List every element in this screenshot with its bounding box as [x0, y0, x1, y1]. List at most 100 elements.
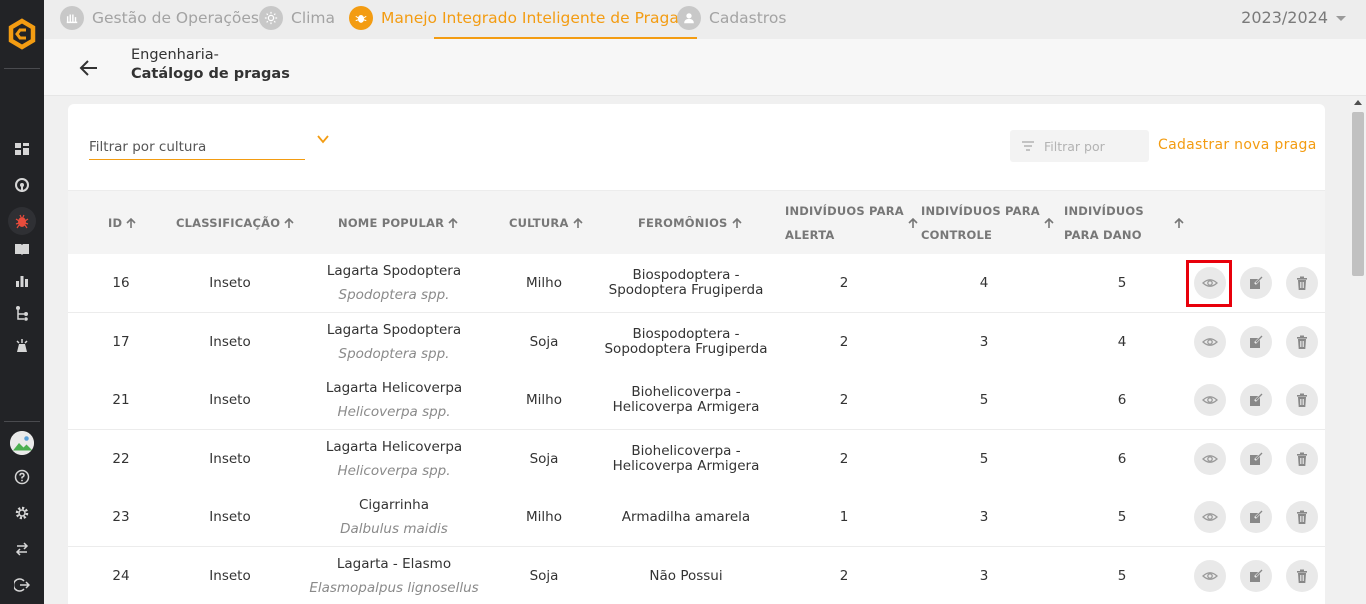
delete-button[interactable]	[1286, 443, 1318, 475]
cell-classification: Inseto	[209, 450, 251, 467]
cell-popular-name: Cigarrinha Dalbulus maidis	[304, 488, 484, 546]
tab-manejo-pragas[interactable]: Manejo Integrado Inteligente de Pragas	[349, 6, 687, 30]
cell-classification: Inseto	[209, 508, 251, 525]
column-header-popular-name[interactable]: NOME POPULAR	[338, 191, 458, 255]
cell-alert: 2	[839, 274, 849, 291]
column-header-id[interactable]: ID	[108, 191, 136, 255]
trash-icon	[1297, 569, 1307, 583]
tab-clima[interactable]: Clima	[259, 6, 335, 30]
sort-arrow-icon	[126, 217, 136, 228]
scroll-up-icon[interactable]	[1354, 100, 1362, 105]
column-header-pheromones[interactable]: FEROMÔNIOS	[638, 191, 742, 255]
table-header: ID CLASSIFICAÇÃO NOME POPULAR CULTURA FE…	[68, 190, 1325, 254]
cell-classification: Inseto	[209, 274, 251, 291]
help-icon[interactable]	[12, 467, 32, 487]
back-arrow-icon[interactable]	[78, 57, 100, 79]
left-sidebar	[0, 0, 44, 604]
column-header-control[interactable]: INDIVÍDUOS PARA CONTROLE	[921, 191, 1054, 255]
column-header-damage[interactable]: INDIVÍDUOS PARA DANO	[1064, 191, 1184, 255]
popular-name: Lagarta Helicoverpa	[325, 438, 463, 455]
edit-button[interactable]	[1240, 326, 1272, 358]
cell-popular-name: Lagarta Spodoptera Spodoptera spp.	[304, 254, 484, 312]
eye-icon	[1202, 513, 1218, 521]
cell-pheromones: Biospodoptera - Sopodoptera Frugiperda	[596, 313, 776, 371]
column-header-classification[interactable]: CLASSIFICAÇÃO	[176, 191, 294, 255]
filter-field[interactable]: Filtrar por	[1010, 130, 1149, 162]
gear-icon[interactable]	[12, 503, 32, 523]
cell-alert: 2	[839, 391, 849, 408]
view-button[interactable]	[1194, 326, 1226, 358]
column-header-alert[interactable]: INDIVÍDUOS PARA ALERTA	[785, 191, 918, 255]
cell-culture: Soja	[529, 567, 559, 584]
cell-pheromones: Biohelicoverpa - Helicoverpa Armigera	[596, 371, 776, 429]
cell-control: 3	[979, 567, 989, 584]
pheromone-line: Biospodoptera -	[632, 267, 740, 283]
delete-button[interactable]	[1286, 501, 1318, 533]
tab-label: Clima	[291, 9, 336, 27]
table-row: 24 Inseto Lagarta - Elasmo Elasmopalpus lig…	[68, 547, 1325, 604]
edit-button[interactable]	[1240, 267, 1272, 299]
edit-button[interactable]	[1240, 501, 1272, 533]
trap-icon[interactable]	[12, 336, 32, 356]
edit-button[interactable]	[1240, 384, 1272, 416]
view-button[interactable]	[1194, 443, 1226, 475]
scientific-name: Helicoverpa spp.	[337, 462, 451, 479]
view-button[interactable]	[1194, 384, 1226, 416]
column-header-culture[interactable]: CULTURA	[509, 191, 583, 255]
table-row: 21 Inseto Lagarta Helicoverpa Helicoverpa s…	[68, 371, 1325, 430]
avatar-icon[interactable]	[10, 431, 34, 455]
edit-button[interactable]	[1240, 560, 1272, 592]
culture-filter[interactable]	[89, 136, 305, 160]
edit-button[interactable]	[1240, 443, 1272, 475]
sun-icon	[259, 6, 283, 30]
book-icon[interactable]	[12, 239, 32, 259]
sort-arrow-icon	[1044, 217, 1054, 228]
pheromone-line: Helicoverpa Armigera	[612, 458, 760, 474]
app-logo[interactable]	[6, 18, 38, 50]
scientific-name: Spodoptera spp.	[338, 286, 450, 303]
hierarchy-icon[interactable]	[12, 303, 32, 323]
bug-icon[interactable]	[8, 207, 36, 235]
user-icon	[677, 6, 701, 30]
delete-button[interactable]	[1286, 560, 1318, 592]
cell-classification: Inseto	[209, 333, 251, 350]
cell-pheromones: Biospodoptera - Spodoptera Frugiperda	[596, 254, 776, 312]
dashboard-icon[interactable]	[12, 139, 32, 159]
view-button[interactable]	[1194, 560, 1226, 592]
cell-classification: Inseto	[209, 391, 251, 408]
delete-button[interactable]	[1286, 326, 1318, 358]
breadcrumb-parent: Engenharia-	[131, 47, 219, 63]
cell-damage: 4	[1117, 333, 1127, 350]
vertical-scrollbar[interactable]	[1350, 96, 1366, 604]
popular-name: Lagarta Spodoptera	[326, 321, 462, 338]
cell-damage: 5	[1117, 274, 1127, 291]
cell-culture: Milho	[526, 508, 562, 525]
signal-icon[interactable]	[12, 175, 32, 195]
cell-damage: 6	[1117, 450, 1127, 467]
cell-damage: 6	[1117, 391, 1127, 408]
cell-id: 17	[112, 333, 130, 350]
edit-icon	[1250, 276, 1263, 289]
chevron-down-icon[interactable]	[316, 134, 330, 144]
edit-icon	[1250, 510, 1263, 523]
eye-icon	[1202, 396, 1218, 404]
cell-control: 3	[979, 333, 989, 350]
scrollbar-thumb[interactable]	[1352, 112, 1364, 276]
cell-classification: Inseto	[209, 567, 251, 584]
tab-cadastros[interactable]: Cadastros	[677, 6, 786, 30]
swap-icon[interactable]	[12, 539, 32, 559]
tab-gestao-operacoes[interactable]: Gestão de Operações	[60, 6, 259, 30]
scientific-name: Elasmopalpus lignosellus	[309, 579, 479, 596]
new-pest-button[interactable]: Cadastrar nova praga	[1158, 137, 1317, 153]
cell-control: 5	[979, 450, 989, 467]
culture-filter-input[interactable]	[89, 136, 305, 158]
view-button[interactable]	[1194, 501, 1226, 533]
sort-arrow-icon	[284, 217, 294, 228]
pheromone-line: Sopodoptera Frugiperda	[604, 341, 768, 357]
bar-chart-icon[interactable]	[12, 271, 32, 291]
delete-button[interactable]	[1286, 267, 1318, 299]
logout-icon[interactable]	[12, 575, 32, 595]
season-selector[interactable]: 2023/2024	[1241, 8, 1346, 27]
pheromone-line: Helicoverpa Armigera	[612, 399, 760, 415]
delete-button[interactable]	[1286, 384, 1318, 416]
